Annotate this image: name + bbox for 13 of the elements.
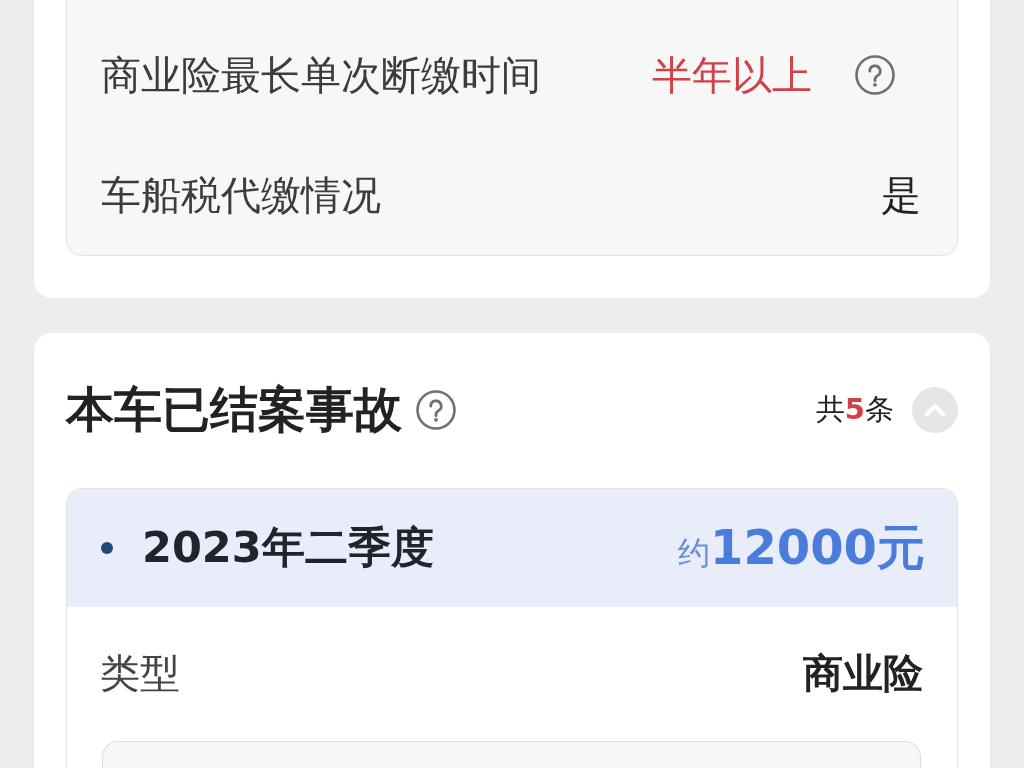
row-value: 是 <box>881 170 921 220</box>
accident-period: 2023年二季度 <box>142 521 435 574</box>
bullet-icon <box>101 542 113 554</box>
help-icon[interactable] <box>416 390 456 430</box>
field-value: 商业险 <box>803 648 923 698</box>
field-label: 类型 <box>100 648 181 698</box>
accident-amount: 约12000元 <box>678 518 925 577</box>
row-value: 半年以上 <box>652 50 812 100</box>
help-icon[interactable] <box>855 55 895 95</box>
row-label: 商业险最长单次断缴时间 <box>101 50 542 100</box>
section-title: 本车已结案事故 <box>66 380 402 439</box>
accident-count: 共5条 <box>815 391 894 428</box>
row-label: 车船税代缴情况 <box>101 170 382 220</box>
